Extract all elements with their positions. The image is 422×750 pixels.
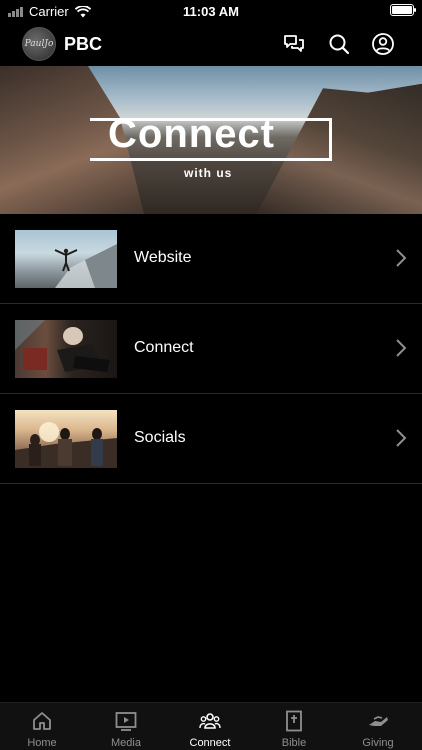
- tab-bible[interactable]: Bible: [252, 703, 336, 750]
- play-icon: [115, 712, 137, 731]
- connect-list: Website Connect Socials: [0, 214, 422, 484]
- list-item-label: Website: [134, 249, 192, 266]
- list-item-label: Connect: [134, 339, 194, 356]
- hero-banner: Connect with us: [0, 66, 422, 214]
- tab-label: Connect: [189, 737, 231, 749]
- chevron-right-icon: [396, 339, 407, 357]
- profile-icon[interactable]: [371, 32, 395, 56]
- website-thumbnail: [15, 230, 117, 288]
- tab-home[interactable]: Home: [0, 703, 84, 750]
- tab-label: Giving: [362, 737, 394, 749]
- chevron-right-icon: [396, 249, 407, 267]
- list-item-connect[interactable]: Connect: [0, 304, 422, 394]
- tab-label: Media: [111, 737, 141, 749]
- hero-title-box: Connect with us: [90, 112, 332, 214]
- list-item-socials[interactable]: Socials: [0, 394, 422, 484]
- list-item-website[interactable]: Website: [0, 214, 422, 304]
- bible-icon: [286, 710, 302, 732]
- tab-label: Home: [27, 737, 57, 749]
- hero-subtitle: with us: [184, 166, 233, 180]
- status-bar: Carrier 11:03 AM: [0, 0, 422, 22]
- battery-icon: [390, 4, 416, 16]
- socials-thumbnail: [15, 410, 117, 468]
- chat-icon[interactable]: [282, 32, 306, 56]
- church-logo-avatar[interactable]: PaulJo: [22, 27, 56, 61]
- search-icon[interactable]: [327, 32, 351, 56]
- status-time: 11:03 AM: [183, 4, 239, 19]
- avatar-logo-text: PaulJo: [24, 39, 54, 49]
- list-item-label: Socials: [134, 429, 186, 446]
- app-title: PBC: [64, 34, 103, 54]
- connect-thumbnail: [15, 320, 117, 378]
- hero-title: Connect: [108, 112, 275, 156]
- tab-bar: Home Media Connect Bible Giving: [0, 702, 422, 750]
- people-icon: [199, 713, 221, 729]
- hero-frame-bottom: [90, 158, 332, 161]
- tab-connect[interactable]: Connect: [168, 703, 252, 750]
- app-header: PaulJo PBC: [0, 22, 422, 66]
- tab-media[interactable]: Media: [84, 703, 168, 750]
- home-icon: [33, 712, 51, 730]
- giving-icon: [369, 716, 388, 726]
- chevron-right-icon: [396, 429, 407, 447]
- tab-label: Bible: [281, 737, 307, 749]
- tab-giving[interactable]: Giving: [336, 703, 420, 750]
